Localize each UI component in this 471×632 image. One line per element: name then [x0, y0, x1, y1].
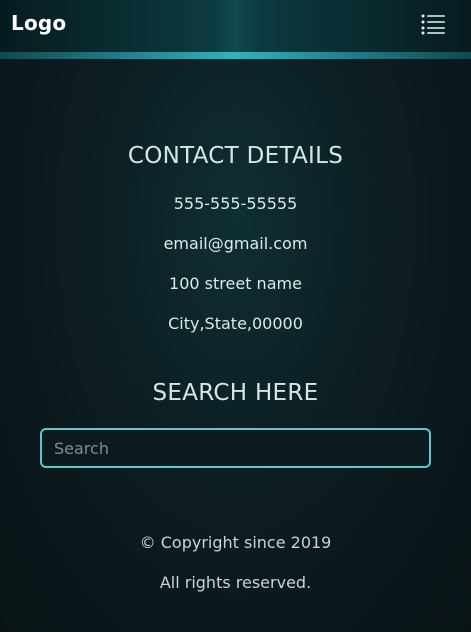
top-navbar: Logo — [0, 0, 471, 52]
search-heading: SEARCH HERE — [152, 380, 319, 406]
menu-list-icon — [421, 13, 445, 35]
footer-copyright: © Copyright since 2019 — [139, 533, 332, 552]
contact-email: email@gmail.com — [163, 234, 308, 253]
logo[interactable]: Logo — [11, 11, 66, 35]
menu-button[interactable] — [421, 13, 445, 35]
contact-street: 100 street name — [169, 274, 302, 293]
contact-details-heading: CONTACT DETAILS — [127, 143, 344, 169]
footer-rights: All rights reserved. — [159, 573, 312, 592]
contact-city: City,State,00000 — [168, 314, 303, 333]
search-field-wrapper — [40, 428, 431, 468]
contact-phone: 555-555-55555 — [173, 194, 298, 213]
search-input[interactable] — [40, 428, 431, 468]
navbar-accent-strip — [0, 52, 471, 59]
